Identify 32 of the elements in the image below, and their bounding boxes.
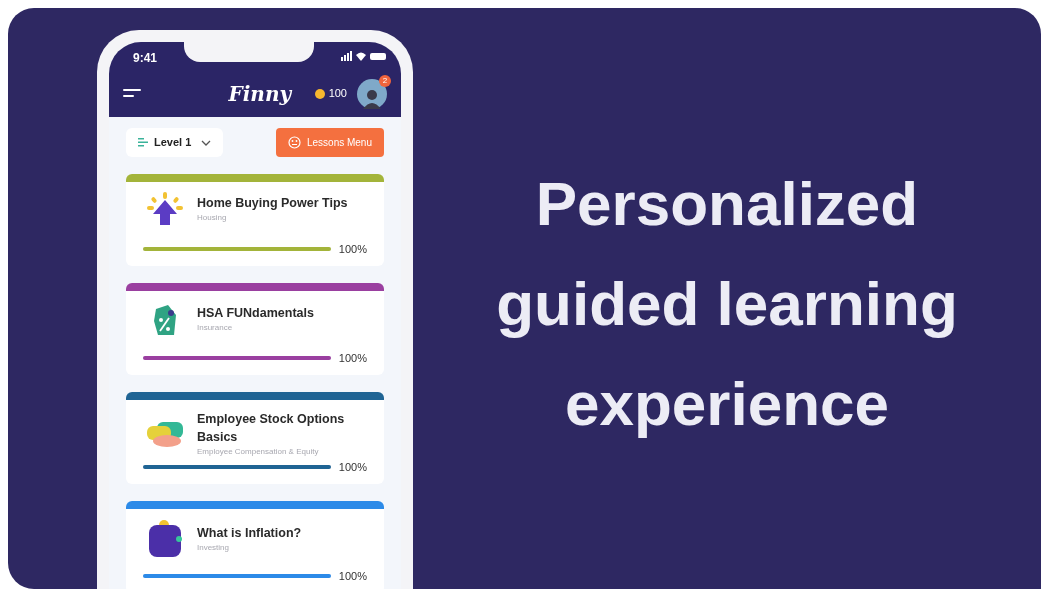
up-arrow-icon xyxy=(145,192,185,226)
lesson-title: HSA FUNdamentals xyxy=(197,305,314,322)
lesson-title: Home Buying Power Tips xyxy=(197,195,348,212)
lesson-card[interactable]: What is Inflation? Investing 100% xyxy=(126,501,384,589)
menu-icon[interactable] xyxy=(123,89,141,98)
coin-count: 100 xyxy=(328,86,347,102)
progress-percent: 100% xyxy=(338,459,367,475)
lesson-category: Investing xyxy=(197,542,231,554)
progress-percent: 100% xyxy=(338,568,367,584)
lesson-category: Insurance xyxy=(197,322,234,334)
app-logo: Finny xyxy=(228,80,292,108)
lesson-title: Employee Stock Options Basics xyxy=(197,411,346,446)
status-icons xyxy=(341,51,387,61)
notification-badge: 2 xyxy=(379,74,391,87)
list-icon xyxy=(138,138,148,147)
level-select[interactable]: Level 1 xyxy=(126,128,224,157)
status-time: 9:41 xyxy=(133,50,158,67)
progress-percent: 100% xyxy=(338,241,367,257)
lesson-card[interactable]: Employee Stock Options Basics Employee Compensation & Equity 100% xyxy=(126,392,384,484)
progress-percent: 100% xyxy=(338,350,367,366)
lesson-card[interactable]: Home Buying Power Tips Housing 100% xyxy=(126,174,384,266)
coin-stack-icon xyxy=(145,420,185,448)
lesson-title: What is Inflation? xyxy=(197,525,302,542)
wallet-icon xyxy=(146,519,184,559)
headline: Personalized guided learning experience xyxy=(496,167,958,440)
face-icon xyxy=(287,136,301,149)
person-silhouette-icon xyxy=(363,88,381,109)
lesson-category: Housing xyxy=(197,212,228,224)
chevron-down-icon xyxy=(201,139,212,146)
lesson-card[interactable]: HSA FUNdamentals Insurance 100% xyxy=(126,283,384,375)
coin-icon xyxy=(314,88,325,99)
lesson-category: Employee Compensation & Equity xyxy=(197,446,320,458)
